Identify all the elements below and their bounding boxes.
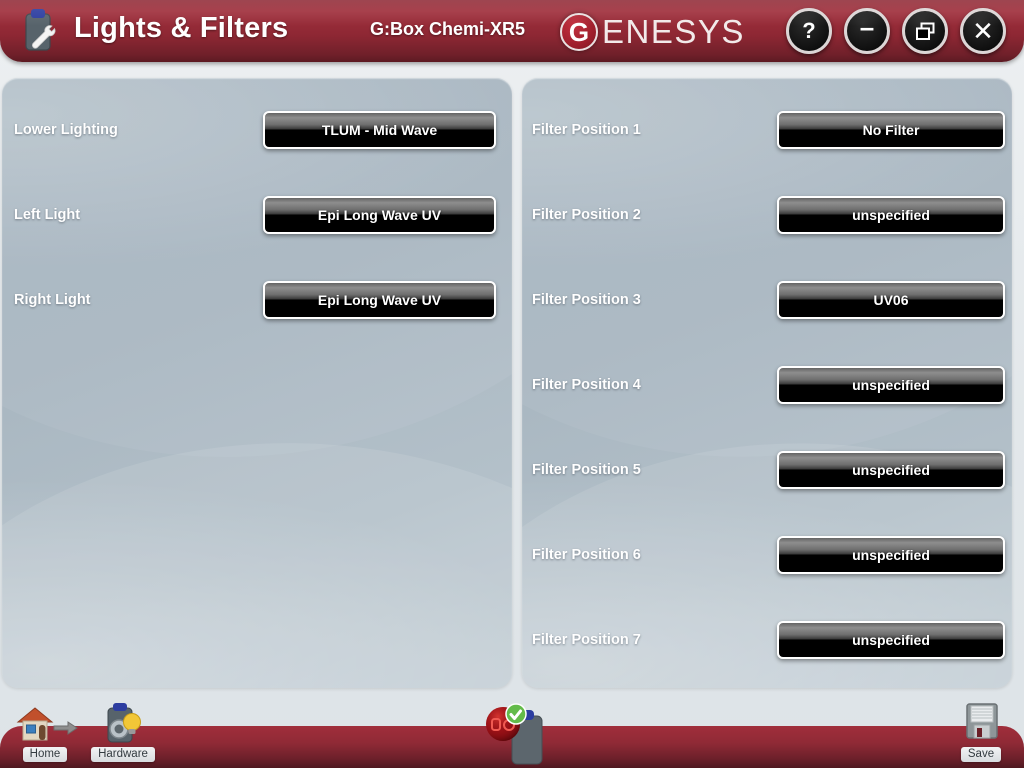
filter-position-3-value-button[interactable]: UV06 — [777, 281, 1005, 319]
genesys-logo: G ENESYS — [560, 12, 745, 52]
restore-button[interactable] — [902, 8, 948, 54]
home-icon — [8, 700, 82, 744]
home-label: Home — [22, 747, 68, 762]
question-mark-icon: ? — [802, 18, 816, 43]
left-light-value-button[interactable]: Epi Long Wave UV — [263, 196, 496, 234]
hardware-wrench-icon — [14, 6, 62, 56]
row-label-filter-position-5: Filter Position 5 — [532, 462, 641, 478]
home-button[interactable]: Home — [8, 700, 82, 762]
filter-position-1-value-button[interactable]: No Filter — [777, 111, 1005, 149]
row-label-filter-position-4: Filter Position 4 — [532, 377, 641, 393]
close-button[interactable]: ✕ — [960, 8, 1006, 54]
row-right-light: Right Light Epi Long Wave UV — [2, 280, 512, 320]
row-label-right-light: Right Light — [14, 292, 91, 308]
row-label-filter-position-2: Filter Position 2 — [532, 207, 641, 223]
row-label-filter-position-3: Filter Position 3 — [532, 292, 641, 308]
right-light-value-button[interactable]: Epi Long Wave UV — [263, 281, 496, 319]
row-filter-position-4: Filter Position 4 unspecified — [522, 365, 1012, 405]
row-label-filter-position-7: Filter Position 7 — [532, 632, 641, 648]
help-button[interactable]: ? — [786, 8, 832, 54]
title-bar: Lights & Filters G:Box Chemi-XR5 G ENESY… — [0, 0, 1024, 62]
row-filter-position-3: Filter Position 3 UV06 — [522, 280, 1012, 320]
hardware-button[interactable]: Hardware — [86, 700, 160, 762]
brand-wordmark: ENESYS — [602, 13, 745, 50]
window-controls: ? – ✕ — [786, 8, 1006, 54]
brand-g-mark: G — [560, 13, 598, 51]
filter-position-7-value-button[interactable]: unspecified — [777, 621, 1005, 659]
row-lower-lighting: Lower Lighting TLUM - Mid Wave — [2, 110, 512, 150]
filter-position-4-value-button[interactable]: unspecified — [777, 366, 1005, 404]
device-connected-ok-icon — [476, 702, 566, 765]
hardware-label: Hardware — [91, 747, 155, 762]
restore-windows-icon — [915, 22, 936, 41]
application-window: Lights & Filters G:Box Chemi-XR5 G ENESY… — [0, 0, 1024, 768]
save-label: Save — [960, 747, 1002, 762]
device-name: G:Box Chemi-XR5 — [370, 19, 526, 39]
filter-position-6-value-button[interactable]: unspecified — [777, 536, 1005, 574]
row-label-filter-position-1: Filter Position 1 — [532, 122, 641, 138]
lower-lighting-value-button[interactable]: TLUM - Mid Wave — [263, 111, 496, 149]
row-filter-position-7: Filter Position 7 unspecified — [522, 620, 1012, 660]
page-title: Lights & Filters — [74, 12, 289, 44]
filter-position-2-value-button[interactable]: unspecified — [777, 196, 1005, 234]
row-filter-position-5: Filter Position 5 unspecified — [522, 450, 1012, 490]
row-label-left-light: Left Light — [14, 207, 81, 223]
row-filter-position-2: Filter Position 2 unspecified — [522, 195, 1012, 235]
row-left-light: Left Light Epi Long Wave UV — [2, 195, 512, 235]
row-label-filter-position-6: Filter Position 6 — [532, 547, 641, 563]
row-filter-position-1: Filter Position 1 No Filter — [522, 110, 1012, 150]
close-icon: ✕ — [972, 16, 994, 46]
filters-panel: Filter Position 1 No Filter Filter Posit… — [522, 78, 1012, 688]
filter-position-5-value-button[interactable]: unspecified — [777, 451, 1005, 489]
row-label-lower-lighting: Lower Lighting — [14, 122, 118, 138]
minimize-button[interactable]: – — [844, 8, 890, 54]
minimize-icon: – — [859, 12, 875, 42]
row-filter-position-6: Filter Position 6 unspecified — [522, 535, 1012, 575]
floppy-disk-save-icon — [944, 700, 1018, 744]
save-button[interactable]: Save — [944, 700, 1018, 762]
lights-panel: Lower Lighting TLUM - Mid Wave Left Ligh… — [2, 78, 512, 688]
hardware-icon — [86, 700, 160, 744]
